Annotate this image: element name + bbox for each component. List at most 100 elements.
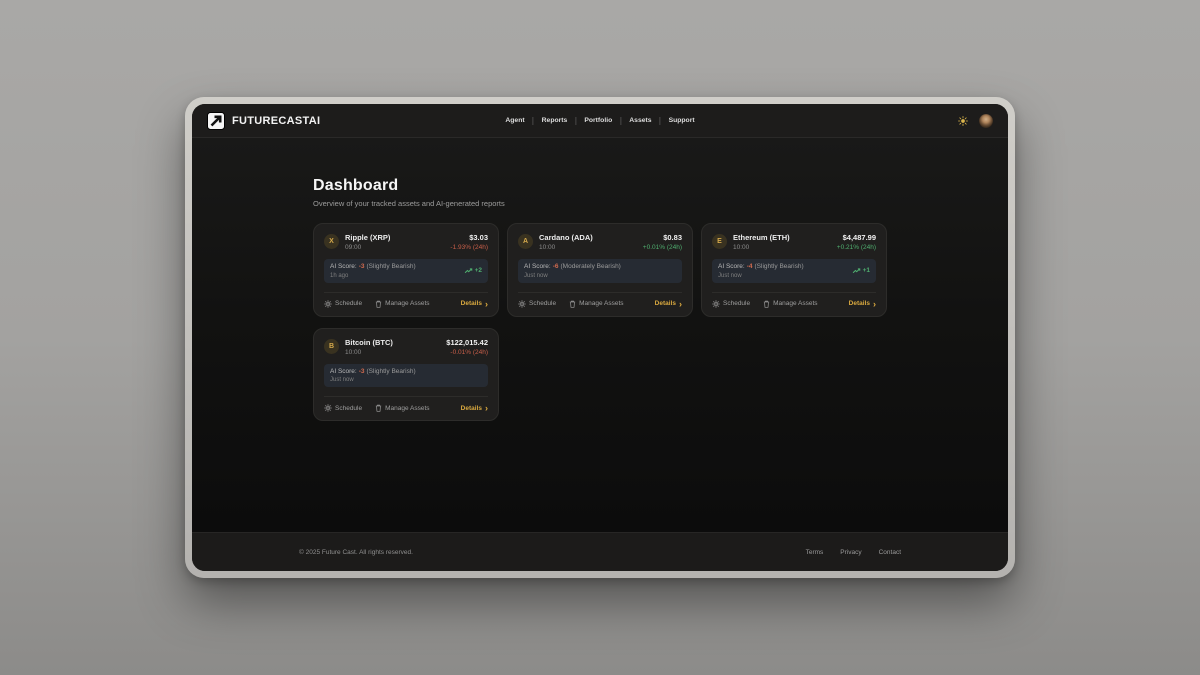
ai-score-label: AI Score: — [524, 263, 551, 270]
details-label: Details — [655, 300, 676, 307]
main-nav: Agent Reports Portfolio Assets Support — [505, 104, 694, 137]
asset-card: A Cardano (ADA) 10:00 $0.83 +0.01% (24h)… — [507, 223, 693, 317]
ai-score-sentiment: (Slightly Bearish) — [367, 263, 416, 270]
manage-assets-button[interactable]: Manage Assets — [375, 300, 429, 308]
card-actions: Schedule Manage Assets Details › — [712, 300, 876, 308]
footer-link[interactable]: Contact — [879, 549, 901, 556]
page-title: Dashboard — [313, 177, 887, 195]
chevron-right-icon: › — [485, 405, 488, 411]
schedule-button[interactable]: Schedule — [324, 300, 362, 308]
card-header: B Bitcoin (BTC) 10:00 $122,015.42 -0.01%… — [324, 338, 488, 356]
ai-score-value: -3 — [359, 368, 365, 375]
trending-up-icon — [852, 268, 861, 274]
details-label: Details — [461, 300, 482, 307]
card-actions: Schedule Manage Assets Details › — [518, 300, 682, 308]
card-header: A Cardano (ADA) 10:00 $0.83 +0.01% (24h) — [518, 233, 682, 251]
trend-value: +1 — [863, 267, 870, 274]
ai-score-updated: 1h ago — [330, 273, 416, 279]
nav-item[interactable]: Portfolio — [584, 117, 612, 124]
asset-price: $122,015.42 — [446, 338, 488, 347]
nav-item[interactable]: Agent — [505, 117, 524, 124]
sun-icon — [958, 116, 968, 126]
card-divider — [712, 292, 876, 293]
ai-score-box: AI Score:-3(Slightly Bearish) Just now — [324, 364, 488, 388]
details-label: Details — [461, 405, 482, 412]
ai-score-updated: Just now — [524, 273, 621, 279]
schedule-button[interactable]: Schedule — [324, 404, 362, 412]
manage-assets-label: Manage Assets — [385, 300, 429, 307]
asset-price: $4,487.99 — [837, 233, 876, 242]
ai-score-box: AI Score:-3(Slightly Bearish) 1h ago +2 — [324, 259, 488, 283]
schedule-button[interactable]: Schedule — [712, 300, 750, 308]
ai-score-label: AI Score: — [330, 368, 357, 375]
asset-change: +0.01% (24h) — [643, 244, 682, 251]
ai-score-box: AI Score:-4(Slightly Bearish) Just now +… — [712, 259, 876, 283]
trash-icon — [375, 300, 382, 308]
ai-score-updated: Just now — [718, 273, 804, 279]
trend-value: +2 — [475, 267, 482, 274]
card-header: X Ripple (XRP) 09:00 $3.03 -1.93% (24h) — [324, 233, 488, 251]
footer-link[interactable]: Privacy — [840, 549, 861, 556]
asset-price: $3.03 — [450, 233, 488, 242]
ai-score-label: AI Score: — [718, 263, 745, 270]
asset-coin-icon: B — [324, 339, 339, 354]
details-button[interactable]: Details › — [849, 300, 876, 307]
trend-indicator: +2 — [464, 267, 482, 274]
footer-link[interactable]: Terms — [806, 549, 824, 556]
footer-links: Terms Privacy Contact — [806, 549, 901, 556]
nav-item[interactable]: Assets — [629, 117, 651, 124]
manage-assets-label: Manage Assets — [773, 300, 817, 307]
asset-coin-icon: X — [324, 234, 339, 249]
asset-time: 10:00 — [733, 244, 790, 251]
nav-item[interactable]: Support — [669, 117, 695, 124]
gear-icon — [518, 300, 526, 308]
nav-separator — [575, 117, 576, 125]
ai-score-value: -4 — [747, 263, 753, 270]
details-button[interactable]: Details › — [461, 300, 488, 307]
ai-score-sentiment: (Slightly Bearish) — [755, 263, 804, 270]
chevron-right-icon: › — [679, 301, 682, 307]
manage-assets-label: Manage Assets — [385, 405, 429, 412]
header-actions — [958, 114, 993, 128]
trash-icon — [569, 300, 576, 308]
manage-assets-button[interactable]: Manage Assets — [569, 300, 623, 308]
details-button[interactable]: Details › — [461, 405, 488, 412]
manage-assets-button[interactable]: Manage Assets — [375, 404, 429, 412]
asset-price: $0.83 — [643, 233, 682, 242]
schedule-button[interactable]: Schedule — [518, 300, 556, 308]
asset-name: Ripple (XRP) — [345, 233, 390, 242]
copyright-text: © 2025 Future Cast. All rights reserved. — [299, 549, 413, 556]
user-avatar[interactable] — [979, 114, 993, 128]
trending-up-icon — [464, 268, 473, 274]
app-window: FUTURECASTAI Agent Reports Portfolio Ass… — [192, 104, 1008, 571]
card-header: E Ethereum (ETH) 10:00 $4,487.99 +0.21% … — [712, 233, 876, 251]
gear-icon — [324, 300, 332, 308]
details-label: Details — [849, 300, 870, 307]
main-content: Dashboard Overview of your tracked asset… — [192, 138, 1008, 532]
asset-cards-grid: X Ripple (XRP) 09:00 $3.03 -1.93% (24h) … — [313, 223, 887, 421]
nav-item[interactable]: Reports — [542, 117, 568, 124]
details-button[interactable]: Details › — [655, 300, 682, 307]
asset-time: 10:00 — [345, 349, 393, 356]
theme-toggle-button[interactable] — [958, 116, 968, 126]
asset-card: E Ethereum (ETH) 10:00 $4,487.99 +0.21% … — [701, 223, 887, 317]
asset-card: X Ripple (XRP) 09:00 $3.03 -1.93% (24h) … — [313, 223, 499, 317]
chevron-right-icon: › — [873, 301, 876, 307]
ai-score-value: -6 — [553, 263, 559, 270]
ai-score-updated: Just now — [330, 377, 416, 383]
card-actions: Schedule Manage Assets Details › — [324, 300, 488, 308]
page-subtitle: Overview of your tracked assets and AI-g… — [313, 199, 887, 208]
asset-name: Bitcoin (BTC) — [345, 338, 393, 347]
manage-assets-button[interactable]: Manage Assets — [763, 300, 817, 308]
ai-score-sentiment: (Moderately Bearish) — [561, 263, 621, 270]
asset-time: 09:00 — [345, 244, 390, 251]
brand-logo-icon — [207, 112, 225, 130]
gear-icon — [712, 300, 720, 308]
nav-separator — [620, 117, 621, 125]
trend-indicator: +1 — [852, 267, 870, 274]
trash-icon — [763, 300, 770, 308]
nav-separator — [660, 117, 661, 125]
ai-score-label: AI Score: — [330, 263, 357, 270]
asset-time: 10:00 — [539, 244, 593, 251]
asset-coin-icon: A — [518, 234, 533, 249]
